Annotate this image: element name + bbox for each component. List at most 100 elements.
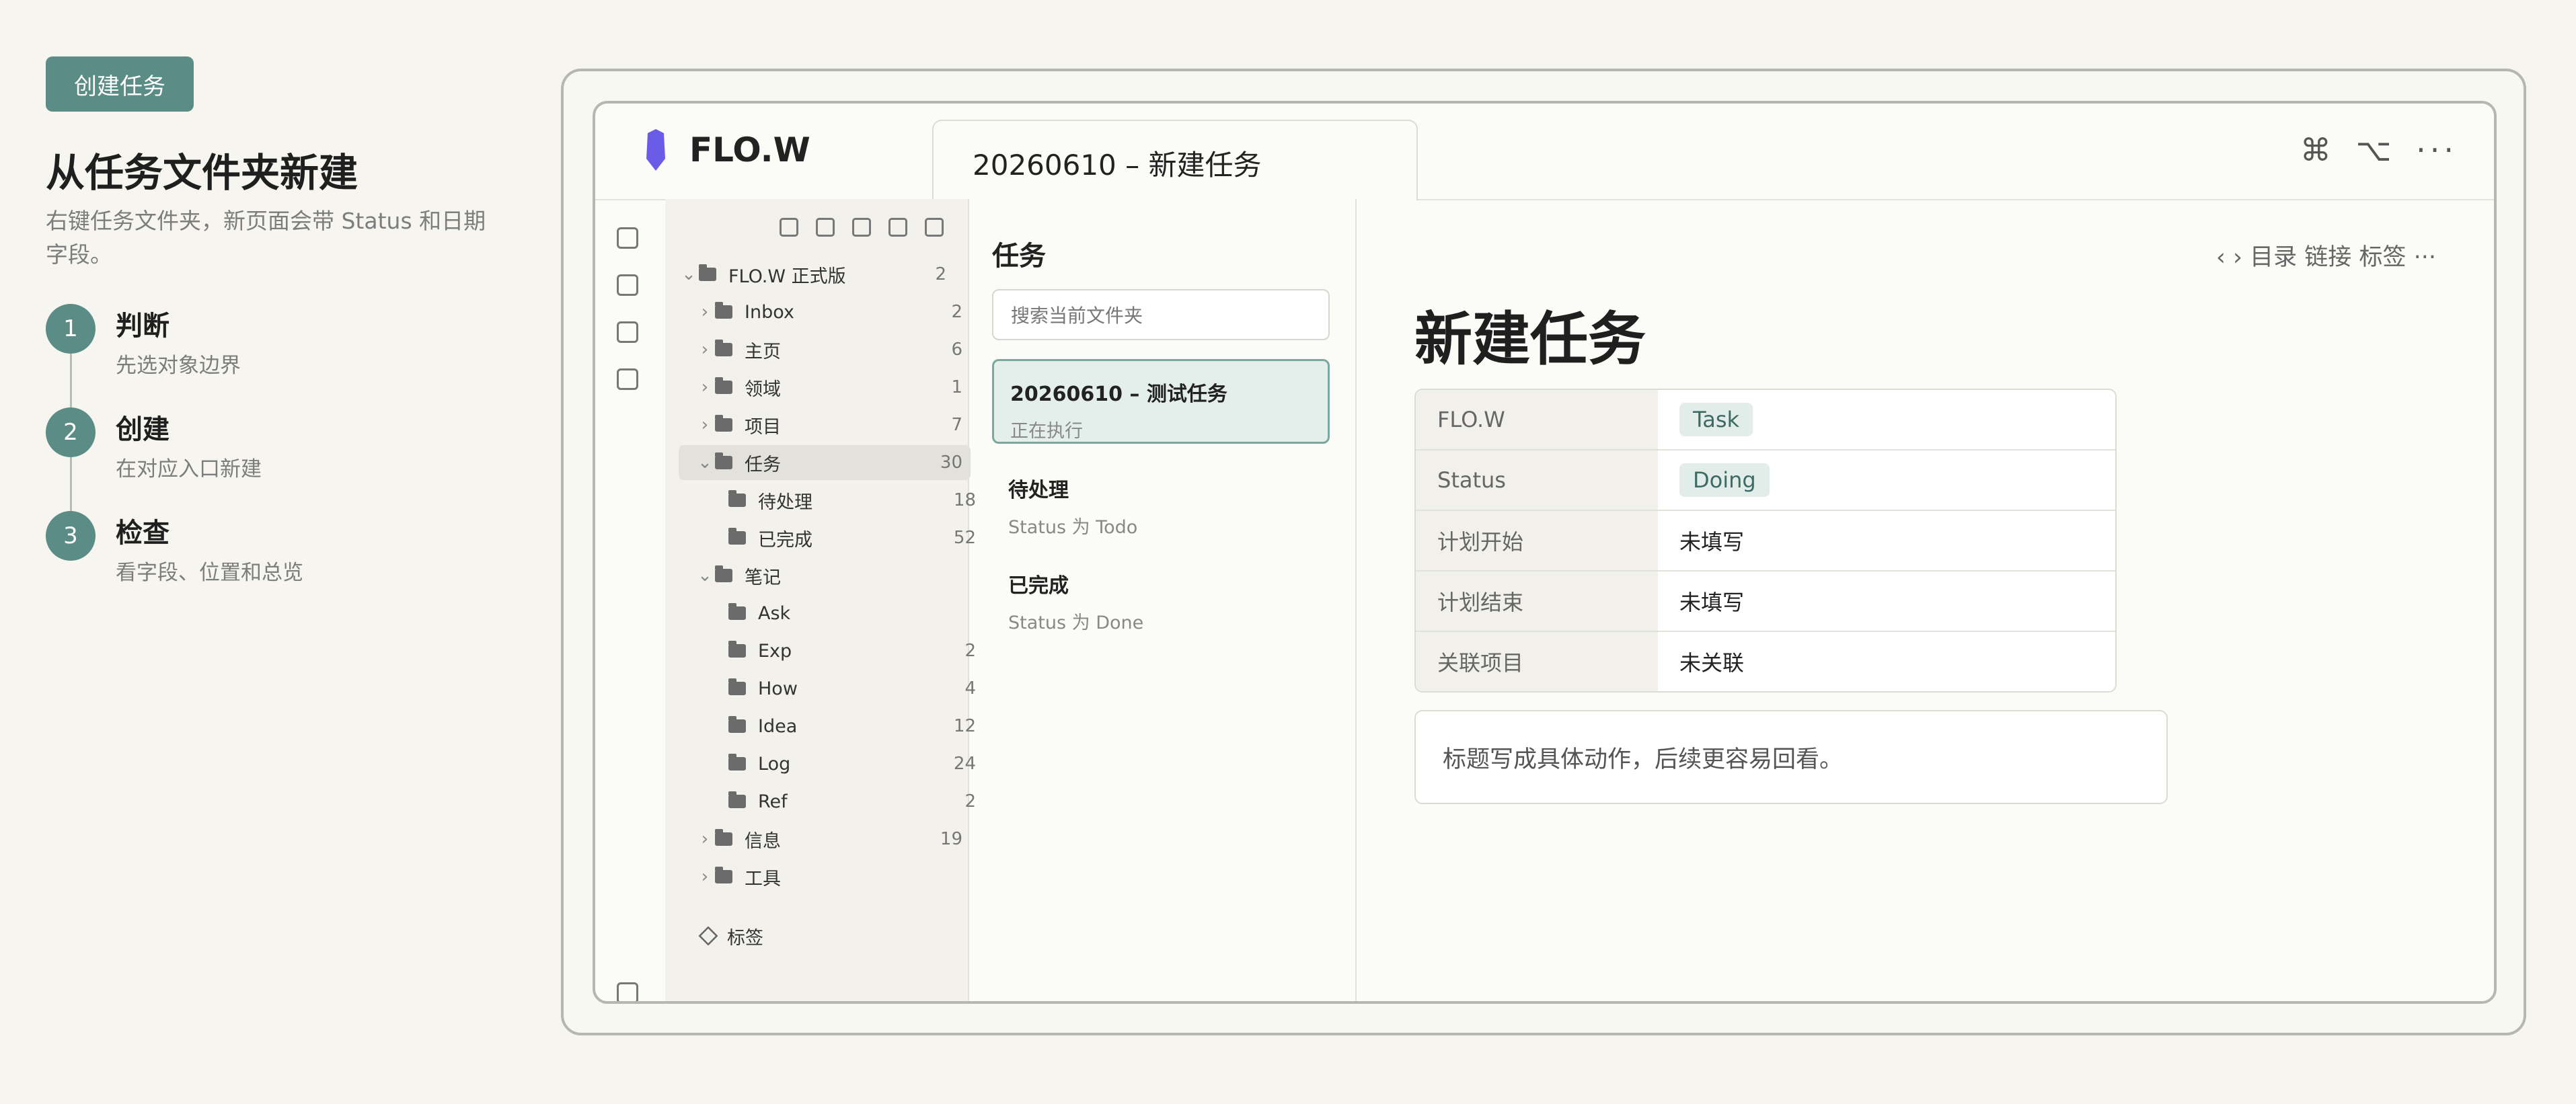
- rail-button[interactable]: [617, 227, 638, 249]
- tree-item[interactable]: › 主页 6: [679, 332, 971, 367]
- chevron-icon[interactable]: ›: [695, 377, 715, 397]
- more-icon[interactable]: ···: [2414, 244, 2436, 271]
- list-item-active[interactable]: 20260610 – 测试任务 正在执行: [992, 359, 1330, 444]
- tree-item[interactable]: 待处理 18: [679, 483, 984, 518]
- tree-item[interactable]: Idea 12: [679, 709, 984, 744]
- toc-button[interactable]: 目录: [2250, 244, 2297, 271]
- tree-item[interactable]: Log 24: [679, 746, 984, 781]
- tree-item-label: Idea: [758, 715, 798, 737]
- tree-item[interactable]: Ask: [679, 596, 984, 631]
- chevron-icon[interactable]: ⌄: [679, 264, 699, 284]
- property-pill: Task: [1679, 403, 1753, 436]
- rail-button[interactable]: [617, 274, 638, 296]
- tree-item[interactable]: 已完成 52: [679, 520, 984, 555]
- tree-item[interactable]: › 领域 1: [679, 370, 971, 405]
- tree-tool-button[interactable]: [925, 218, 944, 237]
- property-row[interactable]: 计划开始 未填写: [1416, 510, 2115, 570]
- tree-item-label: 领域: [745, 379, 781, 400]
- property-row[interactable]: 计划结束 未填写: [1416, 570, 2115, 631]
- tree-item[interactable]: › 项目 7: [679, 407, 971, 442]
- property-key: 计划结束: [1416, 571, 1658, 631]
- tree-item-label: Log: [758, 753, 791, 775]
- property-key: Status: [1416, 450, 1658, 510]
- tree-tool-button[interactable]: [816, 218, 835, 237]
- tree-item-label: Ask: [758, 602, 791, 624]
- tab-current-note[interactable]: 20260610 – 新建任务: [932, 120, 1418, 200]
- left-rail: [595, 199, 667, 1001]
- chevron-icon[interactable]: ›: [695, 867, 715, 887]
- search-input[interactable]: 搜索当前文件夹: [992, 289, 1330, 340]
- rail-button[interactable]: [617, 368, 638, 390]
- option-icon[interactable]: ⌥: [2355, 132, 2395, 168]
- folder-icon: [728, 490, 746, 507]
- doc-toolbar: ‹ › 目录 链接 标签 ···: [2216, 238, 2436, 272]
- folder-icon: [715, 867, 732, 883]
- rail-button[interactable]: [617, 321, 638, 343]
- tree-item-tags[interactable]: 标签: [679, 918, 954, 953]
- folder-icon: [728, 641, 746, 658]
- tree-item[interactable]: Ref 2: [679, 784, 984, 819]
- create-task-badge[interactable]: 创建任务: [46, 56, 194, 112]
- step-desc: 在对应入口新建: [116, 457, 262, 481]
- gem-logo-icon: [646, 129, 665, 171]
- property-row[interactable]: 关联项目 未关联: [1416, 631, 2115, 691]
- property-row[interactable]: Status Doing: [1416, 449, 2115, 510]
- tree-item-label: 工具: [745, 868, 781, 890]
- tree-item[interactable]: How 4: [679, 671, 984, 706]
- step-desc: 看字段、位置和总览: [116, 561, 303, 585]
- tree-item-label: 主页: [745, 341, 781, 362]
- tree-item-label: 标签: [727, 927, 763, 949]
- property-row[interactable]: FLO.W Task: [1416, 390, 2115, 449]
- tree-item-label: Ref: [758, 791, 788, 812]
- step-title: 创建: [116, 414, 169, 445]
- chevron-icon[interactable]: ›: [695, 415, 715, 435]
- chevron-icon[interactable]: ⌄: [695, 565, 715, 586]
- chevron-icon[interactable]: ›: [695, 829, 715, 849]
- tree-tool-button[interactable]: [780, 218, 798, 237]
- source-code-icon[interactable]: ‹ ›: [2216, 244, 2242, 271]
- tree-item[interactable]: ⌄ FLO.W 正式版 2: [679, 257, 954, 292]
- tree-item-label: 项目: [745, 416, 781, 438]
- properties-table: FLO.W Task Status Doing 计划开始 未填写 计划结束 未填写 关联项目 未关…: [1414, 389, 2117, 693]
- tree-tool-button[interactable]: [888, 218, 907, 237]
- tree-item[interactable]: ⌄ 任务 30: [679, 445, 971, 480]
- tags-button[interactable]: 标签: [2359, 244, 2406, 271]
- chevron-icon[interactable]: ›: [695, 340, 715, 360]
- tree-tool-button[interactable]: [852, 218, 871, 237]
- list-item[interactable]: 待处理 Status 为 Todo: [992, 457, 1330, 542]
- folder-icon: [715, 452, 732, 469]
- list-item-subtitle: Status 为 Done: [1008, 613, 1144, 633]
- tree-item-count: 19: [940, 829, 962, 849]
- tree-item[interactable]: Exp 2: [679, 633, 984, 668]
- document-title[interactable]: 新建任务: [1414, 292, 1646, 376]
- step-number: 3: [46, 511, 96, 561]
- tree-item[interactable]: ⌄ 笔记: [679, 558, 971, 593]
- chevron-icon[interactable]: ›: [695, 302, 715, 322]
- rail-settings-button[interactable]: [617, 982, 638, 1001]
- property-value[interactable]: Doing: [1658, 450, 2115, 510]
- tree-item-label: Inbox: [745, 301, 794, 323]
- property-value[interactable]: 未填写: [1658, 511, 2115, 570]
- folder-icon: [715, 415, 732, 432]
- app-title: FLO.W: [689, 130, 810, 169]
- tree-item-count: 2: [951, 302, 962, 322]
- tree-item[interactable]: › 工具: [679, 859, 971, 894]
- property-value[interactable]: 未关联: [1658, 632, 2115, 691]
- list-item-subtitle: Status 为 Todo: [1008, 517, 1138, 538]
- tree-toolbar: [780, 218, 961, 239]
- more-icon[interactable]: ···: [2416, 132, 2458, 168]
- property-value[interactable]: Task: [1658, 390, 2115, 449]
- tree-item[interactable]: › 信息 19: [679, 822, 971, 857]
- file-tree: ⌄ FLO.W 正式版 2 › Inbox 2 › 主页 6 › 领域 1 › 项目 7 ⌄ 任务 30 待处理 18…: [665, 199, 976, 1001]
- step-desc: 先选对象边界: [116, 354, 241, 378]
- note-callout[interactable]: 标题写成具体动作，后续更容易回看。: [1414, 710, 2168, 804]
- folder-icon: [728, 791, 746, 808]
- tree-item[interactable]: › Inbox 2: [679, 294, 971, 329]
- command-icon[interactable]: ⌘: [2300, 132, 2335, 168]
- tree-item-count: 7: [951, 415, 962, 435]
- step-number: 1: [46, 304, 96, 354]
- property-value[interactable]: 未填写: [1658, 571, 2115, 631]
- chevron-icon[interactable]: ⌄: [695, 452, 715, 473]
- links-button[interactable]: 链接: [2304, 244, 2351, 271]
- list-item[interactable]: 已完成 Status 为 Done: [992, 553, 1330, 637]
